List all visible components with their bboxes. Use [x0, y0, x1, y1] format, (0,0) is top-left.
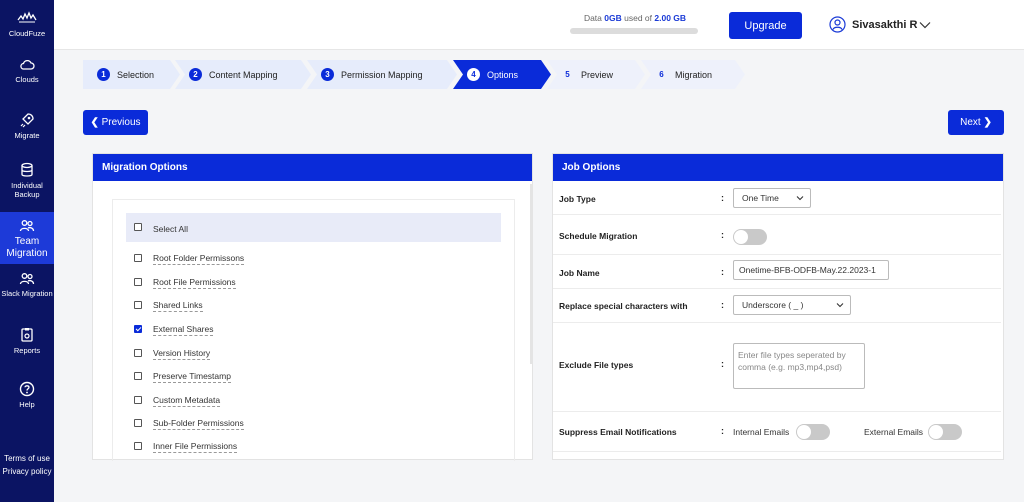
select-all-checkbox[interactable] — [134, 223, 142, 231]
team-icon — [19, 273, 35, 285]
option-label[interactable]: Root File Permissions — [153, 277, 236, 289]
job-name-input[interactable] — [733, 260, 889, 280]
step-migration[interactable]: 6 Migration — [641, 60, 745, 89]
schedule-migration-label: Schedule Migration — [559, 231, 638, 241]
option-label[interactable]: Root Folder Permissons — [153, 253, 245, 265]
option-label[interactable]: Sub-Folder Permissions — [153, 418, 244, 430]
upgrade-button[interactable]: Upgrade — [729, 12, 802, 39]
external-emails-toggle[interactable] — [928, 424, 962, 440]
brand-logo[interactable]: CloudFuze — [0, 10, 54, 38]
report-icon — [21, 328, 33, 342]
option-label[interactable]: Version History — [153, 348, 211, 360]
option-checkbox-root-file-permissions[interactable] — [134, 278, 142, 286]
job-type-select[interactable]: One Time — [733, 188, 811, 208]
suppress-email-row: Suppress Email Notifications : Internal … — [553, 412, 1001, 452]
job-type-label: Job Type — [559, 194, 596, 204]
terms-link[interactable]: Terms of use — [0, 452, 54, 465]
select-all-label: Select All — [153, 224, 188, 234]
step-selection[interactable]: 1 Selection — [83, 60, 180, 89]
sidebar-item-label: Individual Backup — [11, 181, 43, 199]
chevron-down-icon — [836, 303, 844, 308]
next-button[interactable]: Next ❯ — [948, 110, 1004, 135]
option-checkbox-external-shares[interactable] — [134, 325, 142, 333]
step-options[interactable]: 4 Options — [453, 60, 551, 89]
option-label[interactable]: Shared Links — [153, 300, 203, 312]
option-checkbox-sub-folder-permissions[interactable] — [134, 419, 142, 427]
help-icon — [19, 381, 35, 397]
chevron-down-icon — [919, 21, 931, 28]
exclude-file-types-input[interactable]: Enter file types seperated by comma (e.g… — [733, 343, 865, 389]
privacy-link[interactable]: Privacy policy — [0, 465, 54, 478]
external-emails-label: External Emails — [864, 427, 924, 437]
replace-characters-label: Replace special characters with — [559, 301, 688, 311]
sidebar-item-individual-backup[interactable]: Individual Backup — [0, 162, 54, 199]
option-checkbox-preserve-timestamp[interactable] — [134, 372, 142, 380]
replace-characters-select[interactable]: Underscore ( _ ) — [733, 295, 851, 315]
job-options-panel: Job Options Job Type : One Time Schedule… — [552, 153, 1004, 460]
brand-name: CloudFuze — [8, 29, 46, 38]
user-avatar-icon — [829, 16, 846, 33]
option-checkbox-version-history[interactable] — [134, 349, 142, 357]
option-label[interactable]: Custom Metadata — [153, 395, 221, 407]
sidebar-item-slack-migration[interactable]: Slack Migration — [0, 272, 54, 298]
data-used-value: 0GB — [604, 13, 622, 23]
migration-options-panel: Migration Options Select All Root Folder… — [92, 153, 533, 461]
sidebar-item-label: Help — [19, 400, 35, 409]
sidebar-item-label: Migrate — [14, 131, 40, 140]
top-header: Data 0GB used of 2.00 GB Upgrade Sivasak… — [54, 0, 1024, 50]
chevron-right-icon: ❯ — [983, 117, 992, 128]
suppress-email-label: Suppress Email Notifications — [559, 427, 677, 437]
user-name: Sivasakthi R — [852, 18, 918, 31]
rocket-icon — [20, 113, 34, 128]
sidebar-item-label: Team Migration — [6, 236, 48, 259]
data-usage-text: Data 0GB used of 2.00 GB — [583, 13, 687, 23]
option-checkbox-root-folder-permissions[interactable] — [134, 254, 142, 262]
step-permission-mapping[interactable]: 3 Permission Mapping — [307, 60, 457, 89]
migration-options-title: Migration Options — [93, 154, 532, 181]
team-icon — [19, 220, 35, 232]
sidebar-item-clouds[interactable]: Clouds — [0, 58, 54, 84]
select-all-row[interactable]: Select All — [126, 213, 501, 242]
sidebar-item-label: Slack Migration — [1, 289, 53, 298]
schedule-migration-toggle[interactable] — [733, 229, 767, 245]
option-label[interactable]: Preserve Timestamp — [153, 371, 231, 383]
sidebar-item-reports[interactable]: Reports — [0, 327, 54, 355]
data-usage-bar — [570, 28, 698, 34]
internal-emails-label: Internal Emails — [733, 427, 790, 437]
job-options-title: Job Options — [553, 154, 1003, 181]
scrollbar[interactable] — [530, 184, 533, 364]
job-type-row: Job Type : One Time — [553, 181, 1001, 215]
exclude-file-types-label: Exclude File types — [559, 360, 634, 370]
chevron-down-icon — [796, 196, 804, 201]
step-content-mapping[interactable]: 2 Content Mapping — [175, 60, 311, 89]
option-checkbox-inner-file-permissions[interactable] — [134, 442, 142, 450]
cloud-icon — [20, 59, 35, 70]
exclude-file-types-row: Exclude File types : Enter file types se… — [553, 323, 1001, 412]
sidebar-item-label: Reports — [13, 346, 41, 355]
option-label[interactable]: Inner File Permissions — [153, 441, 238, 453]
option-checkbox-shared-links[interactable] — [134, 301, 142, 309]
sidebar-item-team-migration[interactable]: Team Migration — [0, 212, 54, 264]
sidebar-item-migrate[interactable]: Migrate — [0, 112, 54, 140]
sidebar-item-label: Clouds — [15, 75, 39, 84]
migration-options-list: Select All Root Folder Permissons Root F… — [112, 199, 515, 461]
replace-characters-row: Replace special characters with : Unders… — [553, 289, 1001, 323]
job-name-row: Job Name : — [553, 255, 1001, 289]
internal-emails-toggle[interactable] — [796, 424, 830, 440]
sidebar-item-help[interactable]: Help — [0, 381, 54, 409]
schedule-migration-row: Schedule Migration : — [553, 215, 1001, 255]
job-name-label: Job Name — [559, 268, 600, 278]
option-label[interactable]: External Shares — [153, 324, 214, 336]
sidebar: CloudFuze Clouds Migrate Individual Back… — [0, 0, 54, 502]
cloudfuze-logo-icon — [17, 11, 37, 23]
chevron-left-icon: ❮ — [90, 117, 99, 128]
step-preview[interactable]: 5 Preview — [547, 60, 645, 89]
user-menu[interactable]: Sivasakthi R — [829, 16, 931, 33]
database-icon — [21, 162, 33, 177]
option-checkbox-custom-metadata[interactable] — [134, 396, 142, 404]
migration-stepper: 1 Selection 2 Content Mapping 3 Permissi… — [83, 60, 763, 89]
previous-button[interactable]: ❮ Previous — [83, 110, 148, 135]
data-total-value: 2.00 GB — [654, 13, 687, 23]
